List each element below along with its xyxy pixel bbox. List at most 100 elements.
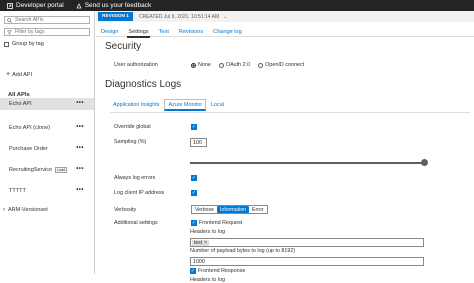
sampling-slider-track[interactable] <box>190 162 424 164</box>
group-by-tag-toggle[interactable]: Group by tag <box>4 41 44 47</box>
revision-badge: REVISION 1 <box>98 12 133 21</box>
api-item-echo-api[interactable]: Echo API ••• <box>0 98 94 110</box>
override-global-label: Override global <box>114 124 151 130</box>
subtab-divider <box>110 112 470 113</box>
api-item-ttttt[interactable]: TTTTT ••• <box>0 185 94 197</box>
tab-settings[interactable]: Settings <box>123 26 153 38</box>
revision-created-text: CREATED Jul 9, 2021, 10:51:14 AM <box>138 13 220 20</box>
frontend-response-label: Frontend Response <box>198 268 246 274</box>
diagnostics-logs-heading: Diagnostics Logs <box>105 79 182 90</box>
auth-option-label: OpenID connect <box>265 62 305 68</box>
tab-test[interactable]: Test <box>154 26 174 37</box>
more-options-icon[interactable]: ••• <box>76 100 84 106</box>
remove-tag-icon[interactable]: × <box>204 240 207 246</box>
filter-icon <box>7 30 12 35</box>
subtab-application-insights[interactable]: Application Insights <box>110 99 162 111</box>
api-item-recruiting-service[interactable]: RecruitingService Load ••• <box>0 164 94 176</box>
header-tag-text: test <box>194 239 203 246</box>
security-heading: Security <box>105 41 142 52</box>
search-apis-input[interactable] <box>15 17 85 23</box>
subtab-local[interactable]: Local <box>208 99 227 111</box>
headers-to-log-label: Headers to log <box>190 229 226 235</box>
plus-icon: + <box>6 71 11 78</box>
api-item-echo-api-clone[interactable]: Echo API (clone) ••• <box>0 122 94 134</box>
add-api-label: Add API <box>12 71 32 78</box>
auth-option-openid[interactable]: OpenID connect <box>258 62 304 68</box>
api-item-label: Echo API (clone) <box>9 125 50 131</box>
group-by-tag-label: Group by tag <box>12 41 44 47</box>
frontend-request-label: Frontend Request <box>199 220 243 226</box>
payload-bytes-input[interactable]: 1000 <box>190 257 424 266</box>
search-apis-field[interactable] <box>4 16 90 24</box>
auth-option-oauth[interactable]: OAuth 2.0 <box>218 62 251 68</box>
override-global-row: Override global ✓ <box>114 124 199 130</box>
radio-selected-icon[interactable] <box>191 62 196 68</box>
user-authorization-label: User authorization <box>114 62 158 68</box>
api-item-label: Echo API <box>9 101 32 107</box>
sampling-label: Sampling (%) <box>114 139 147 145</box>
feedback-icon <box>76 2 82 8</box>
header-tag-chip: test × <box>192 239 209 246</box>
feedback-link[interactable]: Send us your feedback <box>76 2 151 9</box>
more-options-icon[interactable]: ••• <box>76 145 84 151</box>
always-log-errors-row: Always log errors ✓ <box>114 175 199 181</box>
tab-design[interactable]: Design <box>96 26 123 37</box>
api-item-purchase-order[interactable]: Purchase Order ••• <box>0 143 94 155</box>
group-by-tag-checkbox[interactable] <box>4 41 9 47</box>
filter-tags-input[interactable] <box>15 29 85 35</box>
developer-portal-label: Developer portal <box>16 2 64 9</box>
top-bar: Developer portal Send us your feedback <box>0 0 474 11</box>
api-sidebar: Group by tag + Add API All APIs Echo API… <box>0 11 95 274</box>
verbosity-row: Verbosity Verbose Information Error <box>114 205 268 214</box>
more-options-icon[interactable]: ••• <box>76 187 84 193</box>
tab-change-log[interactable]: Change log <box>208 26 247 37</box>
verbosity-option-error[interactable]: Error <box>249 206 267 213</box>
filter-tags-field[interactable] <box>4 28 90 36</box>
sampling-slider-thumb[interactable] <box>421 159 428 166</box>
add-api-button[interactable]: + Add API <box>6 71 32 78</box>
verbosity-option-information[interactable]: Information <box>217 206 249 213</box>
arm-versionset-group[interactable]: › ARM-Versionset <box>3 207 48 213</box>
user-authorization-row: User authorization None OAuth 2.0 OpenID… <box>114 62 312 68</box>
api-tabs: Design Settings Test Revisions Change lo… <box>96 26 474 38</box>
main-content: REVISION 1 CREATED Jul 9, 2021, 10:51:14… <box>96 11 474 283</box>
tab-revisions[interactable]: Revisions <box>174 26 208 37</box>
additional-settings-label: Additional settings <box>114 220 158 226</box>
frontend-request-checkbox[interactable]: ✓ <box>191 220 197 226</box>
more-options-icon[interactable]: ••• <box>76 166 84 172</box>
radio-icon[interactable] <box>218 62 224 68</box>
arm-versionset-label: ARM-Versionset <box>8 207 48 213</box>
api-tag-badge: Load <box>55 167 68 173</box>
always-log-errors-checkbox[interactable]: ✓ <box>191 175 197 181</box>
payload-bytes-label: Number of payload bytes to log (up to 81… <box>190 248 296 254</box>
search-icon <box>7 17 12 23</box>
log-client-ip-label: Log client IP address <box>114 190 165 196</box>
verbosity-label: Verbosity <box>114 206 137 213</box>
sampling-input[interactable]: 100 <box>190 138 207 147</box>
chevron-down-icon[interactable]: ⌄ <box>223 14 227 20</box>
log-client-ip-row: Log client IP address ✓ <box>114 190 199 196</box>
frontend-response-row: ✓ Frontend Response <box>190 268 245 274</box>
verbosity-option-verbose[interactable]: Verbose <box>192 206 217 213</box>
auth-option-none[interactable]: None <box>191 62 211 68</box>
override-global-checkbox[interactable]: ✓ <box>191 124 197 130</box>
always-log-errors-label: Always log errors <box>114 175 156 181</box>
log-client-ip-checkbox[interactable]: ✓ <box>191 190 197 196</box>
api-item-label: RecruitingService <box>9 167 53 173</box>
auth-option-label: OAuth 2.0 <box>225 62 251 68</box>
chevron-right-icon: › <box>3 207 5 213</box>
radio-icon[interactable] <box>258 62 264 68</box>
headers-to-log-label-2: Headers to log <box>190 277 226 283</box>
developer-portal-link[interactable]: Developer portal <box>7 2 64 9</box>
api-item-label: Purchase Order <box>9 146 48 152</box>
more-options-icon[interactable]: ••• <box>76 124 84 130</box>
revision-bar: REVISION 1 CREATED Jul 9, 2021, 10:51:14… <box>96 11 474 22</box>
sampling-row: Sampling (%) <box>114 139 191 145</box>
subtab-azure-monitor[interactable]: Azure Monitor <box>164 99 207 111</box>
headers-to-log-input[interactable]: test × <box>190 238 424 247</box>
portal-icon <box>7 2 13 9</box>
frontend-response-checkbox[interactable]: ✓ <box>190 268 196 274</box>
auth-option-label: None <box>198 62 211 68</box>
api-item-label: TTTTT <box>9 188 26 194</box>
verbosity-selector[interactable]: Verbose Information Error <box>191 205 268 214</box>
